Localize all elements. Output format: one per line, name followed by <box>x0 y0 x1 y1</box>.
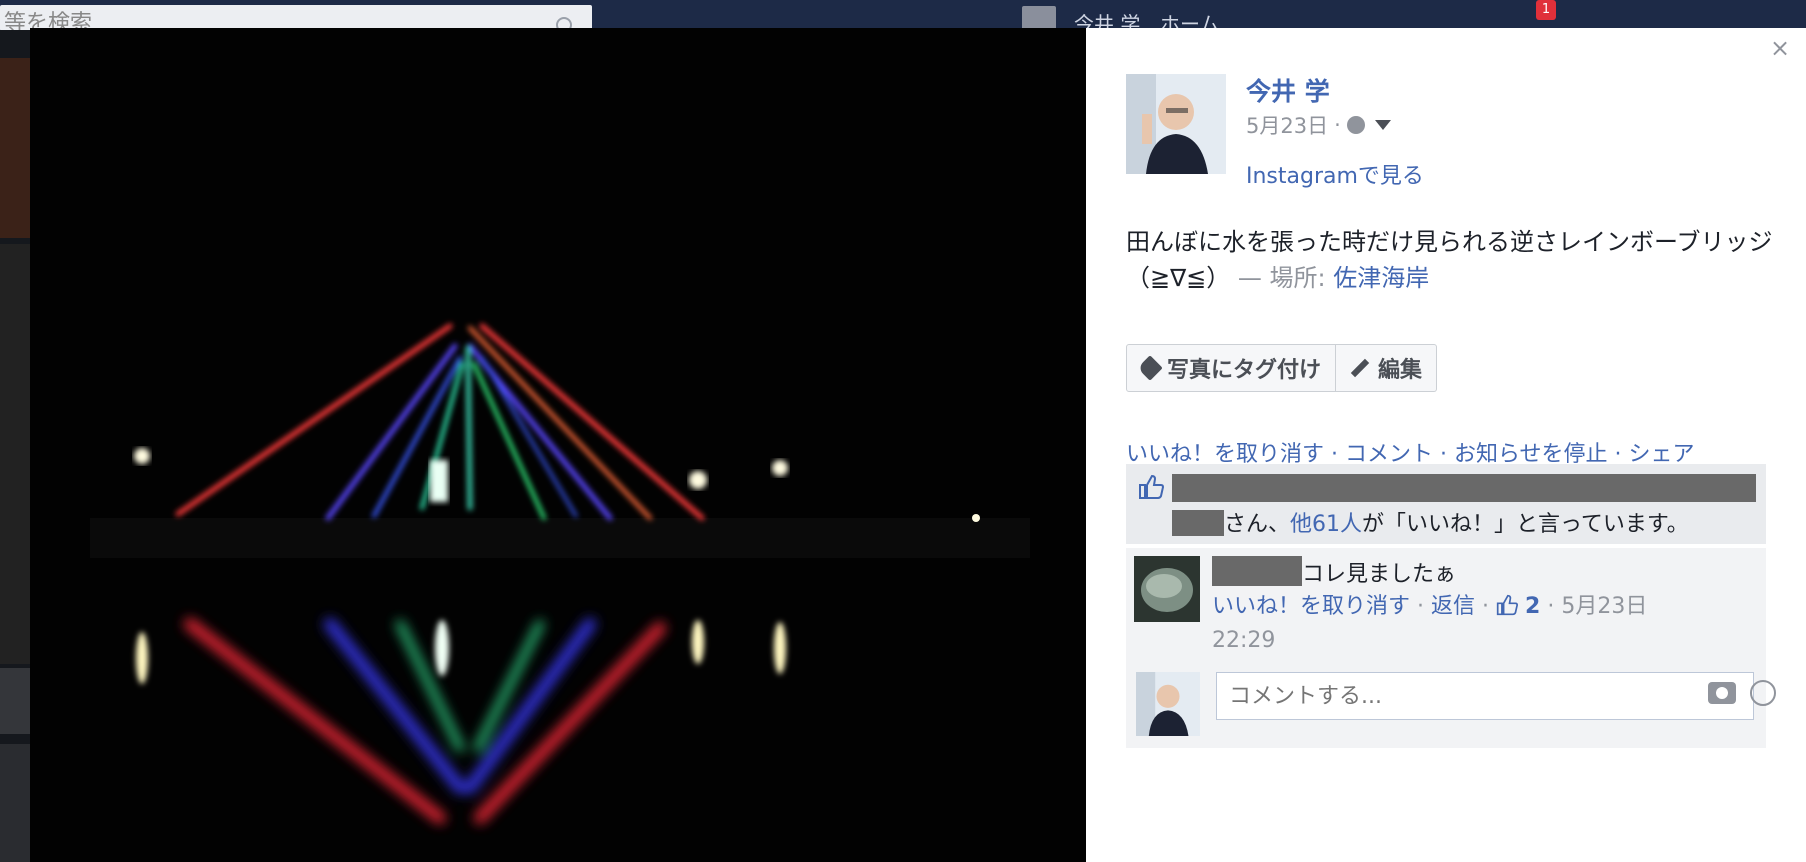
photo-actions: 写真にタグ付け 編集 <box>1126 344 1438 392</box>
meta-separator: · <box>1334 113 1341 137</box>
likes-tail: が「いいね！」と言っています。 <box>1362 512 1689 537</box>
tag-photo-button[interactable]: 写真にタグ付け <box>1126 344 1337 392</box>
background-user-avatar <box>1022 6 1056 30</box>
camera-icon[interactable] <box>1708 682 1736 704</box>
comment-section: コレ見ましたぁ いいね！を取り消す · 返信 · 2 · 5月23日 22:29 <box>1126 548 1776 748</box>
caption-text: 田んぼに水を張った時だけ見られる逆さレインボーブリッジ（≧∇≦） <box>1126 228 1773 292</box>
photo-viewer[interactable] <box>30 28 1086 862</box>
redacted-commenter-name <box>1212 556 1302 586</box>
background-card <box>0 58 30 238</box>
comment-unlike-link[interactable]: いいね！を取り消す <box>1212 594 1410 619</box>
pencil-icon <box>1350 358 1370 378</box>
separator: · <box>1547 594 1555 619</box>
notification-badge: 1 <box>1536 0 1556 20</box>
globe-icon <box>1346 116 1365 134</box>
background-card <box>0 744 30 862</box>
rainbow-bridge-night-photo <box>30 28 1086 862</box>
redacted-name <box>1172 510 1224 536</box>
comment-reply-link[interactable]: 返信 <box>1431 594 1475 619</box>
post-detail-panel: × 今井 学 5月23日 · Instagramで見る 田んぼに水を張った時だけ… <box>1086 28 1806 862</box>
comment-text: コレ見ましたぁ <box>1302 562 1457 587</box>
edit-label: 編集 <box>1378 358 1423 383</box>
author-avatar-image <box>1126 74 1226 174</box>
commenter-avatar[interactable] <box>1134 556 1200 622</box>
author-name[interactable]: 今井 学 <box>1246 72 1330 108</box>
tag-icon <box>1137 355 1163 381</box>
current-user-avatar <box>1136 672 1200 736</box>
location-prefix: — 場所: <box>1237 264 1326 292</box>
comment-like-count[interactable]: 2 <box>1525 594 1540 619</box>
redacted-names <box>1172 474 1756 502</box>
comment-time[interactable]: 22:29 <box>1212 628 1275 653</box>
post-meta: 5月23日 · <box>1246 110 1391 140</box>
comment-actions: いいね！を取り消す · 返信 · 2 · 5月23日 22:29 <box>1212 590 1712 658</box>
likes-text: さん、他61人が「いいね！」と言っています。 <box>1224 506 1689 538</box>
location-link[interactable]: 佐津海岸 <box>1333 264 1429 292</box>
close-icon[interactable]: × <box>1768 36 1792 60</box>
smiley-icon[interactable] <box>1750 680 1776 706</box>
comment-date[interactable]: 5月23日 <box>1561 594 1647 619</box>
current-user-avatar-image <box>1136 672 1200 736</box>
comment-input[interactable] <box>1216 672 1754 720</box>
instagram-link[interactable]: Instagramで見る <box>1246 158 1424 190</box>
commenter-avatar-image <box>1134 556 1200 622</box>
likes-summary: さん、他61人が「いいね！」と言っています。 <box>1126 464 1766 544</box>
chevron-down-icon[interactable] <box>1374 120 1391 130</box>
background-card <box>0 244 30 664</box>
likes-others-link[interactable]: 他61人 <box>1290 512 1362 537</box>
author-avatar[interactable] <box>1126 74 1226 174</box>
thumbs-up-icon <box>1139 474 1164 499</box>
background-card <box>0 668 30 734</box>
post-caption: 田んぼに水を張った時だけ見られる逆さレインボーブリッジ（≧∇≦） — 場所: 佐… <box>1126 224 1776 296</box>
likes-san: さん、 <box>1224 512 1291 537</box>
separator: · <box>1482 594 1490 619</box>
post-date[interactable]: 5月23日 <box>1246 110 1328 140</box>
thumbs-up-icon <box>1496 594 1519 616</box>
separator: · <box>1417 594 1425 619</box>
tag-photo-label: 写真にタグ付け <box>1167 358 1322 383</box>
edit-button[interactable]: 編集 <box>1336 344 1438 392</box>
